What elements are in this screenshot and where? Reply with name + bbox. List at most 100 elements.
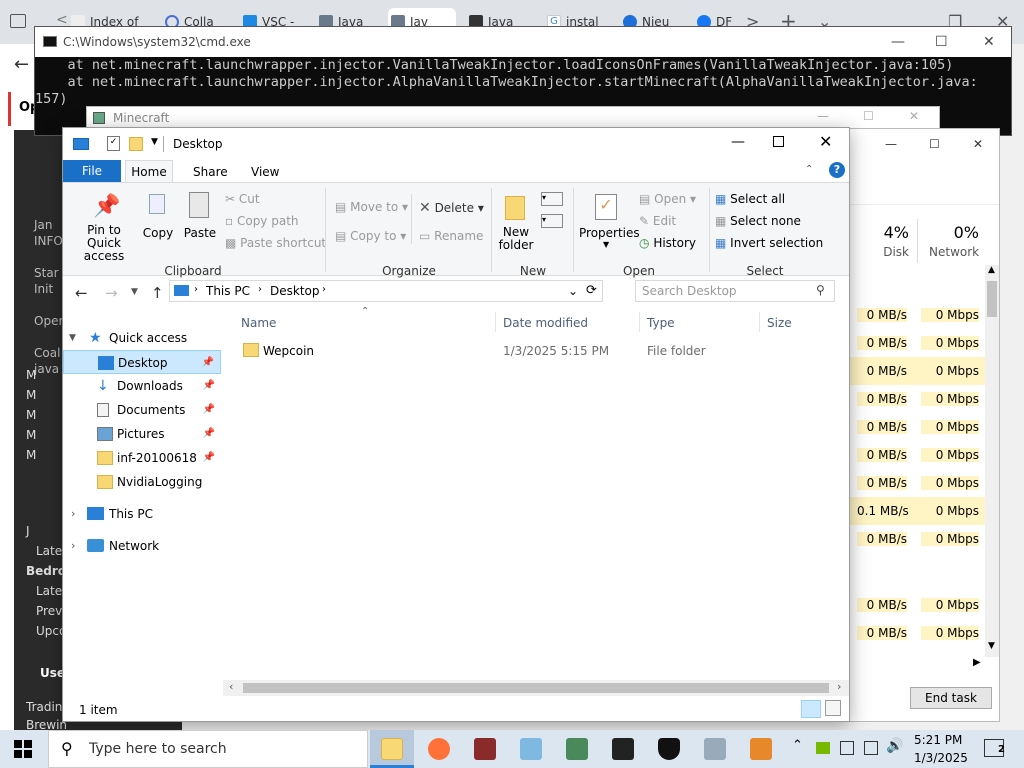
move-to-button[interactable]: ▤ Move to ▾ xyxy=(335,200,408,214)
edit-button[interactable]: ✎ Edit xyxy=(639,214,676,228)
tab-view[interactable]: View xyxy=(251,165,279,179)
column-divider[interactable] xyxy=(495,312,496,332)
delete-button[interactable]: ✕ Delete ▾ xyxy=(419,200,484,216)
sidebar-item[interactable]: M xyxy=(26,428,36,442)
minimize-icon[interactable]: — xyxy=(885,137,897,151)
tray-app-icon[interactable] xyxy=(840,741,854,755)
file-explorer-icon[interactable] xyxy=(381,738,403,760)
process-row[interactable]: 0 MB/s 0 Mbps xyxy=(849,301,985,329)
process-row[interactable]: 0 MB/s 0 Mbps xyxy=(849,619,985,647)
process-row[interactable]: 0 MB/s 0 Mbps xyxy=(849,441,985,469)
new-item-icon[interactable]: ▾ xyxy=(541,192,563,206)
copy-button[interactable]: Copy xyxy=(141,188,175,244)
taskbar-time[interactable]: 5:21 PM xyxy=(914,733,962,747)
scroll-left-icon[interactable]: ‹ xyxy=(229,680,233,693)
minimize-icon[interactable]: — xyxy=(731,134,745,150)
copy-path-button[interactable]: ▫ Copy path xyxy=(225,214,299,228)
properties-check-icon[interactable]: ✓ xyxy=(107,136,120,151)
scroll-thumb[interactable] xyxy=(987,281,997,317)
process-row[interactable]: 0 MB/s 0 Mbps xyxy=(849,591,985,619)
maximize-icon[interactable]: ☐ xyxy=(929,137,940,151)
pin-icon[interactable]: 📌 xyxy=(203,398,215,422)
hidden-icons-chevron-icon[interactable]: ⌃ xyxy=(792,738,803,753)
breadcrumb-this-pc[interactable]: This PC xyxy=(206,284,250,298)
windows-start-icon[interactable] xyxy=(14,740,32,758)
nav-this-pc[interactable]: › This PC xyxy=(63,502,221,526)
minimize-icon[interactable]: — xyxy=(817,109,829,123)
taskbar-date[interactable]: 1/3/2025 xyxy=(914,751,968,765)
select-all-button[interactable]: ▦ Select all xyxy=(715,192,785,206)
nav-documents[interactable]: Documents 📌 xyxy=(63,398,221,422)
paste-shortcut-button[interactable]: ▩ Paste shortcut xyxy=(225,236,326,250)
address-bar[interactable]: › This PC › Desktop › ⌄ ⟳ xyxy=(169,280,603,302)
notes-app-icon[interactable] xyxy=(520,738,542,760)
nvidia-icon[interactable] xyxy=(816,742,830,754)
details-view-icon[interactable] xyxy=(801,700,821,718)
close-icon[interactable]: ✕ xyxy=(973,137,983,151)
copy-to-button[interactable]: ▤ Copy to ▾ xyxy=(335,229,406,243)
pin-icon[interactable]: 📌 xyxy=(203,374,215,398)
scroll-up-icon[interactable]: ▲ xyxy=(988,265,995,275)
process-row[interactable]: 0 MB/s 0 Mbps xyxy=(849,525,985,553)
column-divider[interactable] xyxy=(759,312,760,332)
pin-icon[interactable]: 📌 xyxy=(203,446,215,470)
table-row[interactable]: Wepcoin 1/3/2025 5:15 PM File folder xyxy=(235,340,835,364)
history-button[interactable]: ◷ History xyxy=(639,236,696,250)
maximize-icon[interactable] xyxy=(773,136,784,147)
pin-icon[interactable]: 📌 xyxy=(202,351,214,375)
close-icon[interactable]: ✕ xyxy=(983,27,995,57)
volume-icon[interactable]: 🔊 xyxy=(886,738,903,754)
nav-quick-access[interactable]: ▼ ★ Quick access xyxy=(63,326,221,350)
rename-button[interactable]: ▭ Rename xyxy=(419,229,483,243)
refresh-icon[interactable]: ⟳ xyxy=(586,283,597,298)
search-input[interactable]: Search Desktop ⚲ xyxy=(635,280,835,302)
column-divider[interactable] xyxy=(639,312,640,332)
sidebar-item[interactable]: M xyxy=(26,388,36,402)
network-header[interactable]: Network xyxy=(929,245,979,259)
browser-sidebar-icon[interactable] xyxy=(10,14,26,28)
minimize-icon[interactable]: — xyxy=(891,27,905,57)
sidebar-item[interactable]: Tradin xyxy=(26,700,62,714)
sidebar-item[interactable]: M xyxy=(26,368,36,382)
tab-file[interactable]: File xyxy=(63,160,121,182)
properties-dropdown-icon[interactable]: ▼ xyxy=(603,240,609,249)
forward-icon[interactable]: → xyxy=(105,284,118,302)
properties-button[interactable]: ✓ Properties ▼ xyxy=(579,188,640,254)
column-size[interactable]: Size xyxy=(767,316,792,330)
paste-button[interactable]: Paste xyxy=(181,188,219,244)
horizontal-scrollbar[interactable]: ‹ › xyxy=(223,680,849,696)
expand-chevron-icon[interactable]: ▼ xyxy=(69,326,76,350)
end-task-button[interactable]: End task xyxy=(910,687,992,709)
back-icon[interactable]: ← xyxy=(75,284,88,302)
quick-access-dropdown-icon[interactable]: ▼ xyxy=(151,137,158,147)
disk-header[interactable]: Disk xyxy=(879,245,909,259)
devices-icon[interactable] xyxy=(704,738,726,760)
new-folder-quick-icon[interactable] xyxy=(129,137,143,151)
nav-network[interactable]: › Network xyxy=(63,534,221,558)
tm-scrollbar[interactable]: ▲ ▼ xyxy=(985,265,999,657)
pin-icon[interactable]: 📌 xyxy=(203,422,215,446)
sidebar-item[interactable]: M xyxy=(26,408,36,422)
large-icons-view-icon[interactable] xyxy=(825,700,841,716)
select-none-button[interactable]: ▦ Select none xyxy=(715,214,801,228)
help-icon[interactable]: ? xyxy=(829,162,845,178)
minecraft-app-icon[interactable] xyxy=(474,738,496,760)
process-row[interactable]: 0 MB/s 0 Mbps xyxy=(849,413,985,441)
open-button[interactable]: ▤ Open ▾ xyxy=(639,192,696,206)
pin-quick-access-button[interactable]: 📌 Pin to Quick access xyxy=(69,188,139,263)
column-type[interactable]: Type xyxy=(647,316,675,330)
address-dropdown-icon[interactable]: ⌄ xyxy=(568,284,578,298)
process-row[interactable]: 0.1 MB/s 0 Mbps xyxy=(849,497,985,525)
nav-nvidia-logging[interactable]: NvidiaLogging xyxy=(63,470,221,494)
sidebar-item[interactable]: Bedro xyxy=(26,564,66,578)
scroll-down-icon[interactable]: ▼ xyxy=(988,641,995,651)
maximize-icon[interactable]: ☐ xyxy=(935,27,948,57)
java-icon[interactable] xyxy=(750,738,772,760)
taskbar-search[interactable]: ⚲ Type here to search xyxy=(48,730,368,768)
horizontal-scroll-right-icon[interactable]: ▶ xyxy=(973,657,981,668)
nav-desktop[interactable]: Desktop 📌 xyxy=(63,350,221,374)
tab-share[interactable]: Share xyxy=(193,165,228,179)
expand-chevron-icon[interactable]: › xyxy=(71,502,75,526)
security-shield-icon[interactable] xyxy=(658,738,680,760)
back-arrow-icon[interactable]: ← xyxy=(14,54,29,75)
